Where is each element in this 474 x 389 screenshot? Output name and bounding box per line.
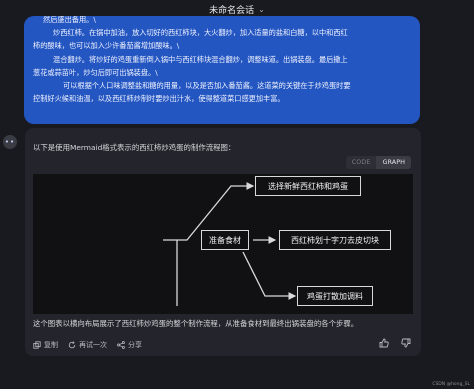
node-cut: 西红柿划十字刀去皮切块: [279, 230, 391, 250]
assistant-intro-text: 以下是使用Mermaid格式表示的西红柿炒鸡蛋的制作流程图：: [33, 143, 236, 152]
copy-icon: [33, 341, 41, 349]
watermark: CSDN @hong_SL: [432, 382, 470, 387]
retry-label: 再试一次: [79, 341, 107, 349]
share-icon: [117, 341, 125, 349]
node-beat: 鸡蛋打散加调料: [297, 286, 373, 306]
assistant-outro-text: 这个图表以横向布局展示了西红柿炒鸡蛋的整个制作流程，从准备食材到最终出锅装盘的各…: [33, 319, 359, 328]
edge-to-beat: [242, 251, 297, 300]
message-actions: 复制 再试一次 分享: [33, 340, 142, 350]
refresh-icon: [68, 341, 76, 349]
node-select: 选择新鲜西红柿和鸡蛋: [255, 176, 361, 196]
node-prepare: 准备食材: [201, 230, 249, 250]
user-message-line: 混合翻炒。将炒好的鸡蛋重新倒入锅中与西红柿块混合翻炒，调整味道。出锅装盘。最后撒…: [53, 54, 348, 64]
user-message-line: 控制好火候和油温，以及西红柿炒制时要炒出汁水，使得整道菜口感更加丰富。: [33, 94, 285, 104]
retry-button[interactable]: 再试一次: [68, 340, 107, 350]
assistant-message-card: 以下是使用Mermaid格式表示的西红柿炒鸡蛋的制作流程图： CODE GRAP…: [25, 128, 421, 356]
share-label: 分享: [128, 341, 142, 349]
copy-label: 复制: [44, 341, 58, 349]
code-tab[interactable]: CODE: [345, 156, 377, 169]
user-message-line: 葱花或蒜苗叶，炒匀后即可出锅装盘。\: [33, 67, 158, 77]
graph-tab[interactable]: GRAPH: [376, 156, 411, 169]
user-message-bubble: 然后盛出备用。\ 炒西红柿。在锅中加油，放入切好的西红柿块，大火翻炒，加入适量的…: [24, 16, 420, 124]
copy-button[interactable]: 复制: [33, 340, 58, 350]
chevron-down-icon: ⌄: [258, 4, 265, 14]
share-button[interactable]: 分享: [117, 340, 142, 350]
bot-face-icon: ••: [4, 138, 16, 146]
session-title: 未命名会话: [209, 5, 255, 16]
user-message-line: 可以根据个人口味调整盐和糖的用量，以及是否加入番茄酱。这道菜的关键在于炒鸡蛋时要: [63, 81, 351, 91]
assistant-avatar: ••: [3, 135, 17, 149]
user-message-line: 柿的酸味，也可以加入少许番茄酱增加酸味。\: [33, 41, 180, 51]
flowchart-canvas: 准备食材 选择新鲜西红柿和鸡蛋 西红柿划十字刀去皮切块 鸡蛋打散加调料: [33, 174, 413, 314]
feedback-buttons: [379, 338, 411, 348]
view-toggle[interactable]: CODE GRAPH: [345, 156, 411, 169]
user-message-line: 然后盛出备用。\: [43, 16, 96, 24]
thumbs-up-icon[interactable]: [379, 338, 389, 348]
thumbs-down-icon[interactable]: [401, 338, 411, 348]
user-message-line: 炒西红柿。在锅中加油，放入切好的西红柿块，大火翻炒，加入适量的盐和白糖，以中和西…: [53, 28, 348, 38]
